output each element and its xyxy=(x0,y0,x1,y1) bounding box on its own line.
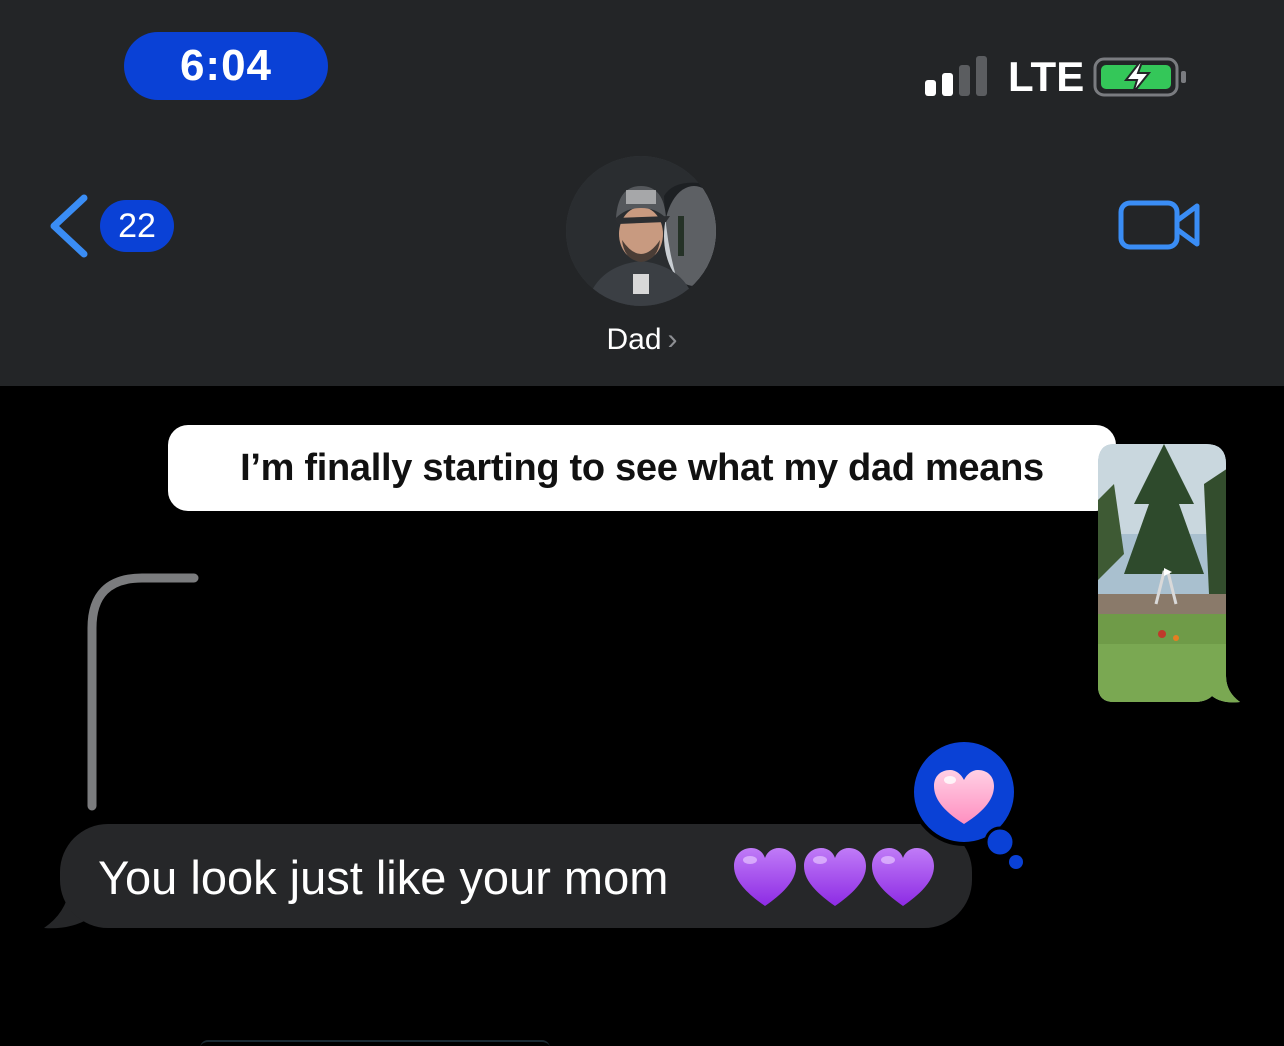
chevron-left-icon[interactable] xyxy=(44,192,94,260)
contact-avatar[interactable] xyxy=(566,156,716,306)
video-camera-icon[interactable] xyxy=(1118,198,1202,252)
contact-name: Dad xyxy=(606,323,662,356)
messages-screen: 6:04 LTE 22 Dad › I’m finally starting t… xyxy=(0,0,1284,1046)
cellular-signal-icon xyxy=(925,54,991,96)
heart-tapback-reaction[interactable] xyxy=(908,738,1032,874)
unread-count-badge[interactable]: 22 xyxy=(100,200,174,252)
purple-heart-icon xyxy=(804,848,866,906)
battery-charging-icon xyxy=(1093,57,1186,97)
network-type: LTE xyxy=(1008,53,1085,100)
quoted-message-bubble[interactable]: I’m finally starting to see what my dad … xyxy=(168,425,1116,511)
purple-heart-icon xyxy=(734,848,796,906)
incoming-message-text: You look just like your mom xyxy=(98,851,669,904)
video-attachment-bubble[interactable] xyxy=(1094,444,1244,706)
next-message-edge xyxy=(200,1040,550,1046)
chevron-right-icon: › xyxy=(667,323,678,356)
avatar-photo xyxy=(566,156,716,306)
contact-name-button[interactable]: Dad › xyxy=(560,320,724,360)
status-time[interactable]: 6:04 xyxy=(124,32,328,100)
conversation-header: 6:04 LTE 22 Dad › xyxy=(0,0,1284,386)
reply-thread-line xyxy=(87,573,199,811)
